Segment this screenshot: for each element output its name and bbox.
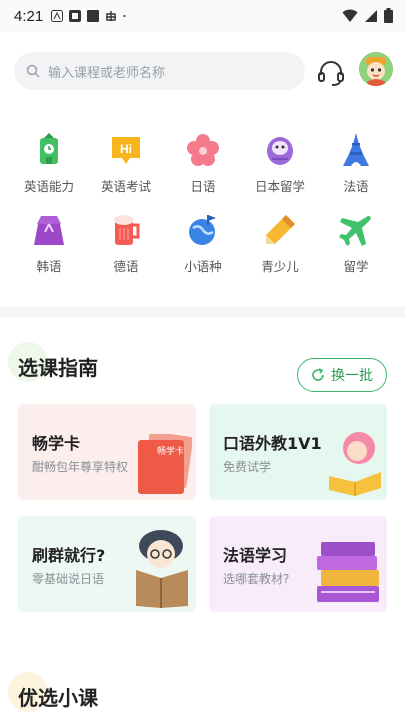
notification-bug-icon: [106, 11, 117, 21]
book-stack-icon: [317, 542, 379, 602]
category-label: 小语种: [184, 259, 222, 274]
top-header: 输入课程或老师名称: [0, 32, 405, 108]
eiffel-tower-icon: [343, 133, 369, 166]
refresh-icon: [312, 368, 324, 381]
guide-card-oral-tutor[interactable]: 口语外教1V1 免费试学: [209, 404, 387, 500]
hanbok-icon: [34, 216, 64, 245]
category-label: 留学: [343, 259, 369, 274]
category-label: 青少儿: [261, 259, 299, 274]
clock-tower-icon: [40, 133, 58, 164]
notification-square-icon: [87, 10, 100, 22]
category-english-ability[interactable]: 英语能力: [14, 132, 84, 195]
daruma-icon: [267, 137, 293, 165]
girl-reading-icon: [329, 432, 381, 496]
category-study-abroad[interactable]: 留学: [321, 212, 391, 275]
refresh-batch-button[interactable]: 换一批: [297, 358, 387, 392]
card-title: 刷群就行?: [32, 546, 106, 565]
status-time: 4:21: [14, 7, 44, 25]
category-label: 日本留学: [254, 179, 305, 194]
category-japanese[interactable]: 日语: [168, 132, 238, 195]
card-subtitle: 免费试学: [223, 460, 272, 474]
svg-text:Hi: Hi: [120, 142, 132, 156]
category-german[interactable]: 德语: [91, 212, 161, 275]
card-subtitle: 酣畅包年尊享特权: [32, 460, 129, 474]
sakura-icon: [187, 134, 219, 166]
geisha-reading-icon: [136, 530, 188, 608]
card-subtitle: 零基础说日语: [32, 572, 105, 586]
category-label: 英语考试: [100, 179, 151, 194]
search-input[interactable]: 输入课程或老师名称: [14, 52, 305, 90]
avatar-character-icon: [359, 52, 393, 86]
category-japan-study-abroad[interactable]: 日本留学: [245, 132, 315, 195]
category-english-exam[interactable]: Hi 英语考试: [91, 132, 161, 195]
guide-card-french[interactable]: 法语学习 选哪套教材?: [209, 516, 387, 612]
status-bar: 4:21: [0, 0, 405, 32]
category-youth[interactable]: 青少儿: [245, 212, 315, 275]
section-title-picks: 优选小课: [18, 686, 98, 710]
category-label: 德语: [113, 259, 139, 274]
globe-flag-icon: [189, 215, 216, 245]
refresh-label: 换一批: [331, 368, 373, 384]
guide-card-changxue[interactable]: 畅学卡 酣畅包年尊享特权 畅学卡: [18, 404, 196, 500]
wifi-icon: [342, 9, 358, 22]
category-minor-languages[interactable]: 小语种: [168, 212, 238, 275]
category-french[interactable]: 法语: [321, 132, 391, 195]
card-badge: 畅学卡: [156, 447, 184, 457]
search-placeholder: 输入课程或老师名称: [48, 65, 166, 81]
battery-icon: [384, 8, 393, 23]
card-title: 法语学习: [223, 546, 288, 565]
card-title: 口语外教1V1: [223, 434, 322, 453]
category-label: 法语: [343, 179, 369, 194]
category-label: 日语: [190, 179, 216, 194]
category-label: 英语能力: [23, 179, 74, 194]
guide-card-japanese[interactable]: 刷群就行? 零基础说日语: [18, 516, 196, 612]
category-label: 韩语: [36, 259, 62, 274]
customer-service-headset-icon[interactable]: [316, 58, 346, 88]
notification-a-icon: [51, 10, 64, 22]
pencil-icon: [266, 215, 295, 244]
notification-app-icon: [69, 10, 82, 22]
section-title-guide: 选课指南: [18, 356, 98, 380]
card-title: 畅学卡: [32, 434, 81, 453]
category-grid: 英语能力 Hi 英语考试 日语 日本留学 法语 韩语 德语 小语种 青少儿 留学: [0, 108, 405, 306]
notification-dot-icon: [123, 15, 126, 17]
beer-mug-icon: [114, 215, 140, 245]
card-subtitle: 选哪套教材?: [223, 572, 290, 586]
signal-icon: [365, 9, 377, 22]
category-korean[interactable]: 韩语: [14, 212, 84, 275]
status-indicators: [342, 8, 393, 23]
airplane-icon: [339, 216, 371, 246]
search-icon: [26, 64, 40, 78]
user-avatar[interactable]: [359, 52, 393, 86]
hi-bubble-icon: Hi: [112, 137, 140, 164]
